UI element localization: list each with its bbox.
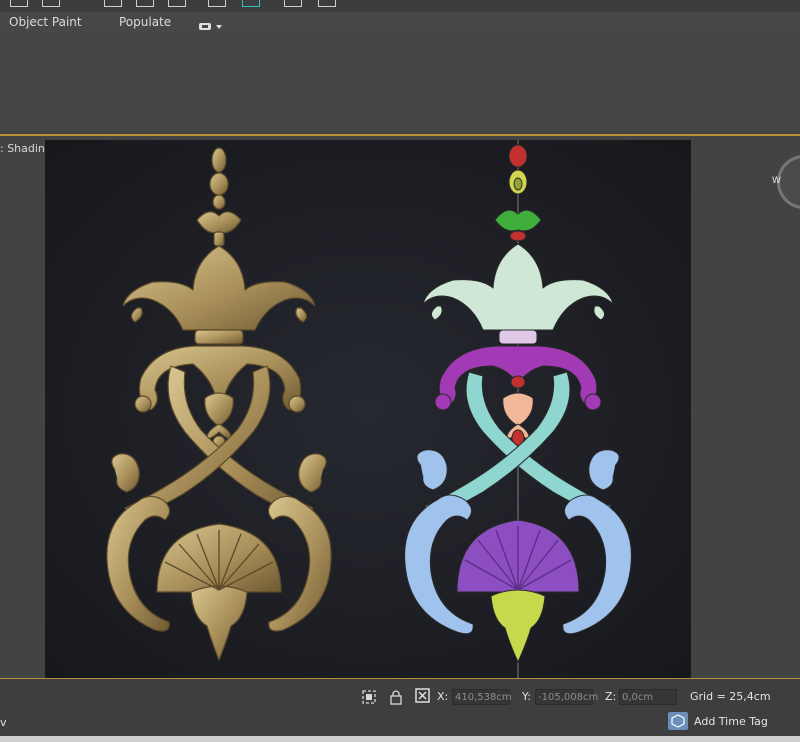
y-coordinate-field[interactable]: -105,008cm [535,689,598,705]
toolbar-icon[interactable] [42,0,60,7]
toolbar-icon[interactable] [136,0,154,7]
toolbar-icon[interactable] [10,0,28,7]
toolbar-icon[interactable] [104,0,122,7]
toolbar-icon[interactable] [168,0,186,7]
absolute-mode-icon[interactable] [415,688,431,708]
z-coordinate-field[interactable]: 0,0cm [619,689,677,705]
add-time-tag-label[interactable]: Add Time Tag [694,715,768,728]
viewport-render[interactable] [45,140,691,678]
tab-object-paint[interactable]: Object Paint [9,15,82,29]
y-label: Y: [522,690,531,703]
x-label: X: [437,690,449,703]
tab-populate[interactable]: Populate [119,15,171,29]
toolbar-icon[interactable] [208,0,226,7]
ribbon-tab-bar: Object Paint Populate [0,12,800,34]
selection-lock-icon[interactable] [360,688,378,710]
z-label: Z: [605,690,617,703]
ribbon-panel [0,33,800,134]
toolbar-icon[interactable] [242,0,260,7]
toolbar-icon[interactable] [284,0,302,7]
lock-icon[interactable] [388,688,404,710]
prompt-text: v [0,716,7,729]
bottom-edge [0,736,800,742]
grid-size-label: Grid = 25,4cm [690,690,771,703]
ornament-render-image [45,140,691,678]
ribbon-toggle-icon [199,23,222,30]
toolbar-icon[interactable] [318,0,336,7]
x-coordinate-field[interactable]: 410,538cm [452,689,512,705]
viewcube-letter: W [772,176,781,186]
status-bar: X: 410,538cm Y: -105,008cm Z: 0,0cm Grid… [0,679,800,742]
time-tag-icon [668,712,688,730]
add-time-tag-button[interactable] [668,712,688,734]
